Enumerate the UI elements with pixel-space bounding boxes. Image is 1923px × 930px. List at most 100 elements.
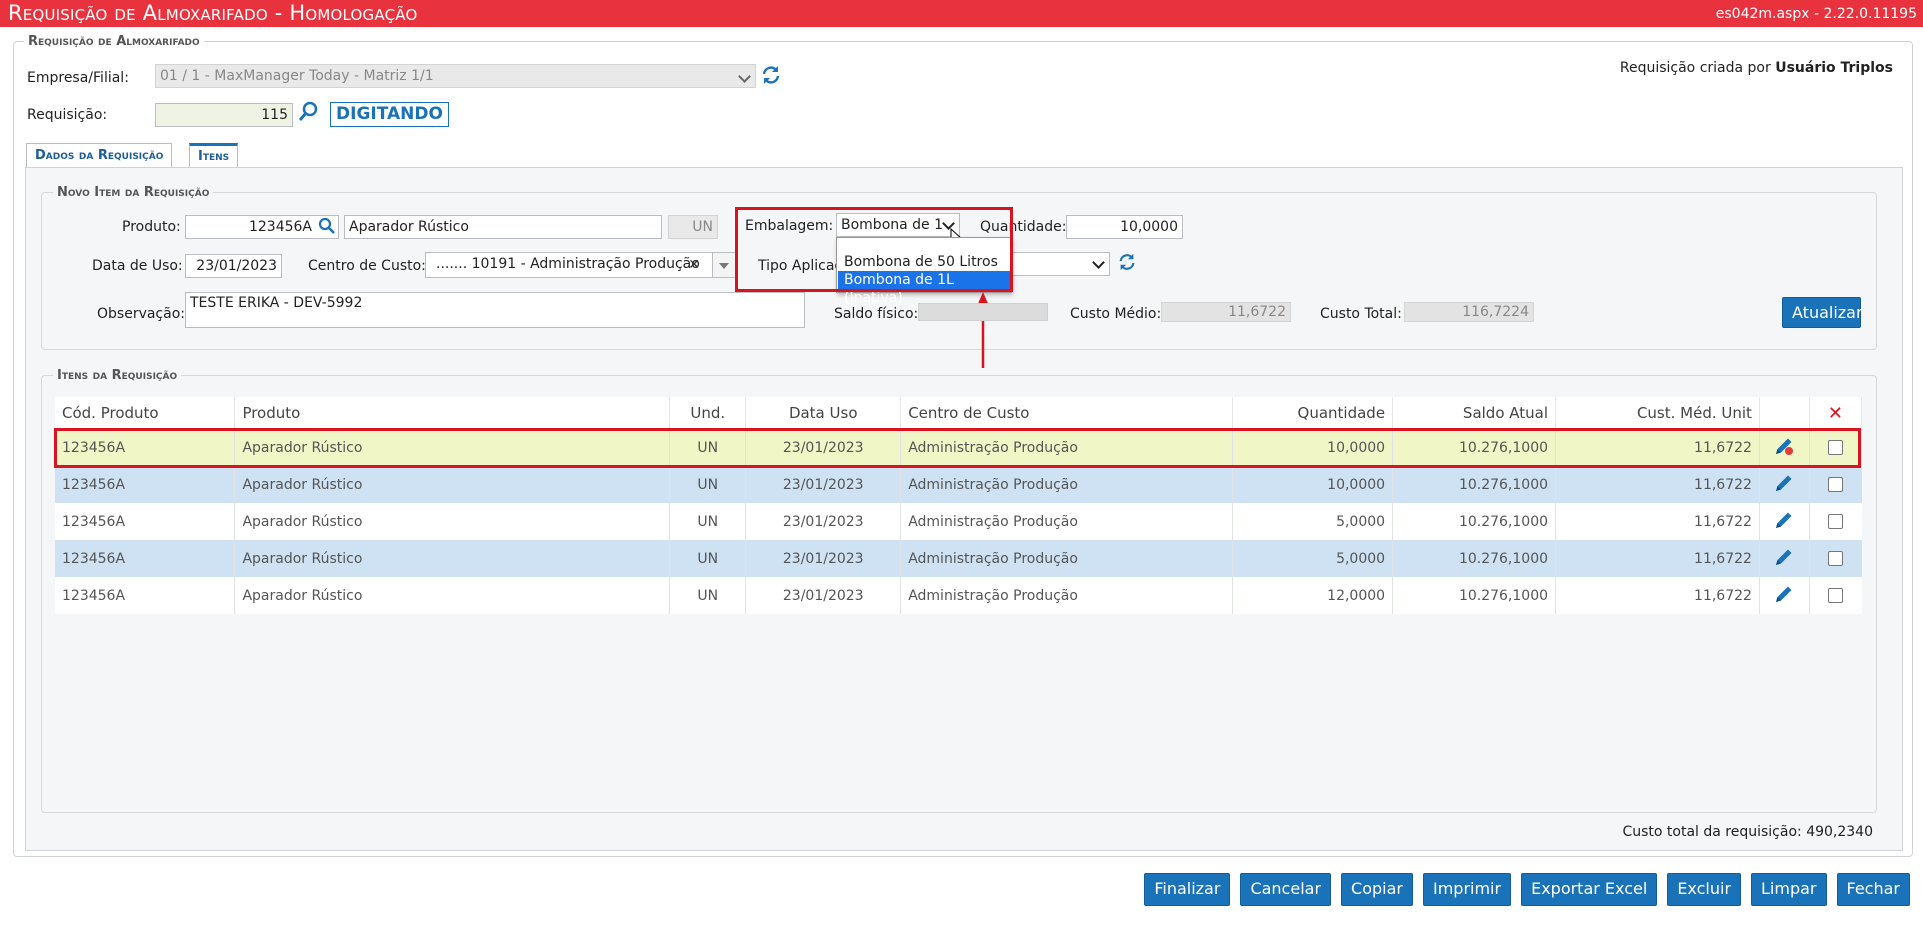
produto-code-input[interactable]: 123456A — [185, 215, 339, 239]
cell-saldo-atual: 10.276,1000 — [1392, 503, 1557, 540]
cell-centro-custo: Administração Produção — [900, 540, 1234, 577]
pencil-icon[interactable] — [1773, 509, 1795, 535]
excluir-button[interactable]: Excluir — [1667, 873, 1742, 906]
col-produto[interactable]: Produto — [234, 397, 671, 429]
select-cell — [1809, 577, 1862, 614]
custo-medio-label: Custo Médio: — [1070, 306, 1162, 322]
empresa-value: 01 / 1 - MaxManager Today - Matriz 1/1 — [160, 68, 434, 84]
row-checkbox[interactable] — [1828, 514, 1844, 529]
custo-total-requisicao: Custo total da requisição: 490,2340 — [1622, 824, 1873, 840]
highlight-box-row — [54, 428, 1861, 468]
requisicao-input[interactable]: 115 — [155, 103, 293, 127]
saldo-fisico-label: Saldo físico: — [834, 306, 919, 322]
select-cell — [1809, 503, 1862, 540]
cell-data-uso: 23/01/2023 — [745, 503, 902, 540]
col-edit — [1759, 397, 1810, 429]
atualizar-button[interactable]: Atualizar — [1782, 297, 1863, 328]
tab-itens[interactable]: Itens — [189, 143, 239, 168]
table-header: Cód. Produto Produto Und. Data Uso Centr… — [55, 397, 1863, 429]
row-checkbox[interactable] — [1828, 477, 1844, 492]
centro-custo-select[interactable]: ....... 10191 - Administração Produção ✕ — [425, 252, 736, 278]
cell-und: UN — [669, 540, 747, 577]
row-checkbox[interactable] — [1828, 551, 1844, 566]
table-row[interactable]: 123456A Aparador Rústico UN 23/01/2023 Admin… — [55, 503, 1862, 540]
col-quantidade[interactable]: Quantidade — [1232, 397, 1394, 429]
highlight-box — [735, 207, 1013, 292]
created-by-user: Usuário Triplos — [1775, 60, 1893, 76]
select-cell — [1809, 466, 1862, 503]
refresh-icon[interactable] — [760, 64, 782, 86]
data-uso-input[interactable]: 23/01/2023 — [185, 254, 282, 278]
tab-dados-requisicao[interactable]: Dados da Requisição — [26, 143, 173, 168]
cell-custo-medio: 11,6722 — [1555, 503, 1760, 540]
chevron-down-icon — [1092, 256, 1105, 269]
cell-custo-medio: 11,6722 — [1555, 540, 1760, 577]
col-data-uso[interactable]: Data Uso — [745, 397, 902, 429]
pencil-icon[interactable] — [1773, 583, 1795, 609]
delete-all-icon[interactable]: ✕ — [1809, 397, 1863, 429]
cell-saldo-atual: 10.276,1000 — [1392, 466, 1557, 503]
produto-label: Produto: — [122, 219, 181, 235]
custo-total-label: Custo Total: — [1320, 306, 1402, 322]
cell-und: UN — [669, 466, 747, 503]
edit-cell — [1759, 503, 1810, 540]
produto-name-input[interactable]: Aparador Rústico — [344, 215, 662, 239]
empresa-select[interactable]: 01 / 1 - MaxManager Today - Matriz 1/1 — [155, 64, 756, 88]
title-bar: Requisição de Almoxarifado - Homologação… — [0, 0, 1923, 27]
clear-icon[interactable]: ✕ — [688, 254, 700, 276]
cell-produto: Aparador Rústico — [234, 540, 671, 577]
cell-produto: Aparador Rústico — [234, 503, 671, 540]
copiar-button[interactable]: Copiar — [1341, 873, 1413, 906]
row-checkbox[interactable] — [1828, 588, 1844, 603]
cancelar-button[interactable]: Cancelar — [1240, 873, 1332, 906]
col-custo-medio[interactable]: Cust. Méd. Unit — [1555, 397, 1760, 429]
exportar-excel-button[interactable]: Exportar Excel — [1521, 873, 1658, 906]
cell-centro-custo: Administração Produção — [900, 577, 1234, 614]
custo-total-requisicao-label: Custo total da requisição: — [1622, 824, 1802, 840]
cell-cod-produto: 123456A — [55, 466, 236, 503]
col-saldo-atual[interactable]: Saldo Atual — [1392, 397, 1557, 429]
cell-cod-produto: 123456A — [55, 540, 236, 577]
refresh-icon[interactable] — [1117, 252, 1137, 272]
cell-quantidade: 5,0000 — [1232, 540, 1394, 577]
cell-data-uso: 23/01/2023 — [745, 577, 902, 614]
cell-data-uso: 23/01/2023 — [745, 540, 902, 577]
itens-legend: Itens da Requisição — [53, 368, 182, 383]
cell-saldo-atual: 10.276,1000 — [1392, 540, 1557, 577]
cell-cod-produto: 123456A — [55, 503, 236, 540]
custo-medio-field: 11,6722 — [1161, 302, 1291, 322]
cell-saldo-atual: 10.276,1000 — [1392, 577, 1557, 614]
cell-produto: Aparador Rústico — [234, 577, 671, 614]
centro-custo-label: Centro de Custo: — [308, 258, 426, 274]
edit-cell — [1759, 577, 1810, 614]
search-icon[interactable] — [318, 217, 336, 235]
novo-item-legend: Novo Item da Requisição — [53, 185, 214, 200]
search-icon[interactable] — [297, 101, 319, 123]
finalizar-button[interactable]: Finalizar — [1144, 873, 1231, 906]
custo-total-field: 116,7224 — [1404, 302, 1534, 322]
requisicao-label: Requisição: — [27, 107, 108, 123]
col-cod-produto[interactable]: Cód. Produto — [55, 397, 236, 429]
cell-centro-custo: Administração Produção — [900, 503, 1234, 540]
quantidade-input[interactable]: 10,0000 — [1066, 215, 1183, 239]
fechar-button[interactable]: Fechar — [1836, 873, 1910, 906]
custo-total-requisicao-value: 490,2340 — [1806, 824, 1873, 840]
observacao-textarea[interactable]: TESTE ERIKA - DEV-5992 — [185, 292, 805, 328]
limpar-button[interactable]: Limpar — [1751, 873, 1827, 906]
edit-cell — [1759, 466, 1810, 503]
imprimir-button[interactable]: Imprimir — [1422, 873, 1512, 906]
cell-custo-medio: 11,6722 — [1555, 577, 1760, 614]
tipo-aplicacao-select[interactable] — [1010, 252, 1110, 276]
pencil-icon[interactable] — [1773, 546, 1795, 572]
dropdown-toggle[interactable] — [712, 253, 735, 277]
pencil-icon[interactable] — [1773, 472, 1795, 498]
page-title: Requisição de Almoxarifado - Homologação — [8, 1, 418, 25]
table-row[interactable]: 123456A Aparador Rústico UN 23/01/2023 Admin… — [55, 577, 1862, 614]
created-by-prefix: Requisição criada por — [1619, 60, 1776, 76]
cell-quantidade: 10,0000 — [1232, 466, 1394, 503]
status-badge: DIGITANDO — [330, 102, 449, 127]
table-row[interactable]: 123456A Aparador Rústico UN 23/01/2023 Admin… — [55, 466, 1862, 503]
col-und[interactable]: Und. — [669, 397, 747, 429]
col-centro-custo[interactable]: Centro de Custo — [900, 397, 1234, 429]
table-row[interactable]: 123456A Aparador Rústico UN 23/01/2023 Admin… — [55, 540, 1862, 577]
